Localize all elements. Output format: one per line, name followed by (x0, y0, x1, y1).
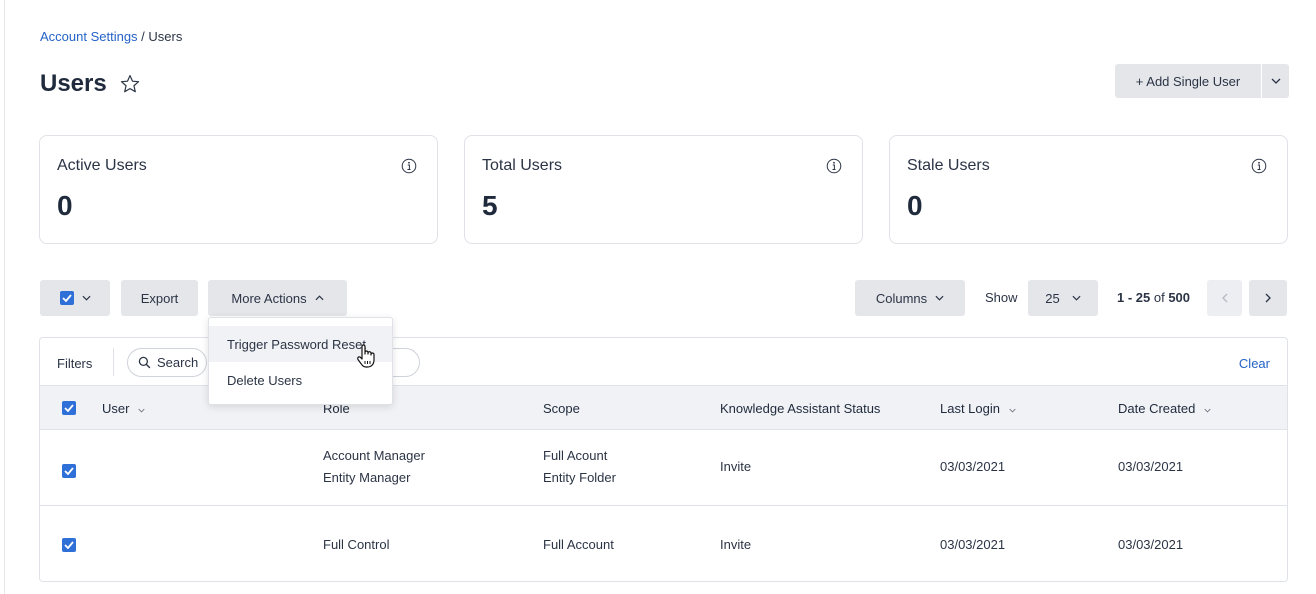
chevron-left-icon (1221, 293, 1227, 303)
pagination-range-value: 1 - 25 (1117, 290, 1151, 305)
breadcrumb-current: Users (148, 29, 183, 44)
date-created-cell: 03/03/2021 (1118, 459, 1184, 474)
invite-link[interactable]: Invite (720, 456, 751, 478)
scope-cell: Full Account (543, 537, 614, 552)
chevron-down-icon (81, 295, 91, 301)
stat-label: Stale Users (907, 157, 990, 174)
left-border (4, 0, 5, 594)
chevron-down-icon (935, 295, 944, 301)
stat-label: Active Users (57, 157, 147, 174)
search-icon (138, 356, 151, 369)
next-page-button[interactable] (1249, 280, 1287, 316)
column-header-ka-status: Knowledge Assistant Status (720, 401, 881, 416)
select-all-checkbox[interactable] (62, 400, 76, 415)
checkbox-checked-icon (62, 401, 76, 415)
filters-label: Filters (57, 356, 93, 371)
role-line: Account Manager (323, 448, 425, 463)
role-cell: Account Manager Entity Manager (323, 445, 425, 489)
column-header-last-login[interactable]: Last Login (940, 401, 1016, 416)
checkbox-checked-icon (59, 291, 74, 305)
row-checkbox[interactable] (62, 534, 76, 556)
role-cell: Full Control (323, 537, 390, 552)
bulk-select-dropdown[interactable] (40, 280, 110, 316)
checkbox-checked-icon (62, 464, 76, 478)
scope-cell: Full Acount Entity Folder (543, 445, 616, 489)
page-size-select[interactable]: 25 (1028, 280, 1098, 316)
star-outline-icon[interactable] (119, 73, 141, 95)
stat-card-total-users: Total Users 5 (464, 135, 863, 244)
chevron-down-icon (138, 408, 145, 413)
chevron-down-icon (1072, 295, 1081, 301)
previous-page-button[interactable] (1207, 280, 1242, 316)
search-filter-label: Search (157, 355, 199, 370)
role-line: Entity Manager (323, 470, 411, 485)
pagination-of: of (1150, 290, 1169, 305)
add-user-split-button: + Add Single User (1115, 64, 1289, 98)
chevron-down-icon (1271, 78, 1280, 84)
column-header-date-created[interactable]: Date Created (1118, 401, 1211, 416)
info-icon[interactable] (401, 158, 417, 174)
row-checkbox[interactable] (62, 460, 76, 482)
page-header: Users (40, 70, 141, 98)
stat-card-active-users: Active Users 0 (39, 135, 438, 244)
export-button[interactable]: Export (121, 280, 198, 316)
stat-label: Total Users (482, 157, 563, 174)
info-icon[interactable] (826, 158, 842, 174)
clear-filters-link[interactable]: Clear (1239, 356, 1270, 371)
invite-link[interactable]: Invite (720, 534, 751, 556)
checkbox-checked-icon (62, 538, 76, 552)
columns-button[interactable]: Columns (855, 280, 965, 316)
chevron-up-icon (315, 295, 324, 301)
page-size-value: 25 (1045, 290, 1060, 306)
add-single-user-button[interactable]: + Add Single User (1115, 64, 1261, 98)
filters-divider (113, 348, 114, 376)
table-row: Full Control Full Account Invite 03/03/2… (40, 506, 1287, 581)
pagination-range: 1 - 25 of 500 (1117, 290, 1190, 305)
last-login-cell: 03/03/2021 (940, 459, 1006, 474)
chevron-down-icon (1009, 408, 1016, 413)
stat-value: 0 (57, 190, 73, 221)
breadcrumb-account-settings-link[interactable]: Account Settings (40, 29, 138, 44)
column-header-date-created-label: Date Created (1118, 401, 1196, 416)
stat-value: 5 (482, 190, 498, 221)
page-title: Users (40, 70, 107, 97)
column-header-user[interactable]: User (102, 401, 145, 416)
stat-value: 0 (907, 190, 923, 221)
breadcrumb: Account Settings / Users (40, 29, 182, 44)
column-header-user-label: User (102, 401, 130, 416)
table-row: Account Manager Entity Manager Full Acou… (40, 430, 1287, 506)
add-user-menu-button[interactable] (1262, 64, 1289, 98)
hand-cursor-icon (357, 344, 375, 368)
chevron-down-icon (1204, 408, 1211, 413)
breadcrumb-separator: / (137, 29, 149, 44)
search-filter-pill[interactable]: Search (127, 348, 207, 377)
pagination-total: 500 (1168, 290, 1191, 305)
scope-line: Full Acount (543, 448, 608, 463)
scope-line: Entity Folder (543, 470, 616, 485)
date-created-cell: 03/03/2021 (1118, 537, 1184, 552)
more-actions-label: More Actions (231, 290, 307, 306)
show-label: Show (985, 290, 1018, 305)
info-icon[interactable] (1251, 158, 1267, 174)
more-actions-button[interactable]: More Actions (208, 280, 347, 316)
stat-card-stale-users: Stale Users 0 (889, 135, 1288, 244)
columns-label: Columns (875, 290, 928, 306)
column-header-scope: Scope (543, 401, 580, 416)
column-header-last-login-label: Last Login (940, 401, 1000, 416)
last-login-cell: 03/03/2021 (940, 537, 1006, 552)
chevron-right-icon (1265, 293, 1271, 303)
